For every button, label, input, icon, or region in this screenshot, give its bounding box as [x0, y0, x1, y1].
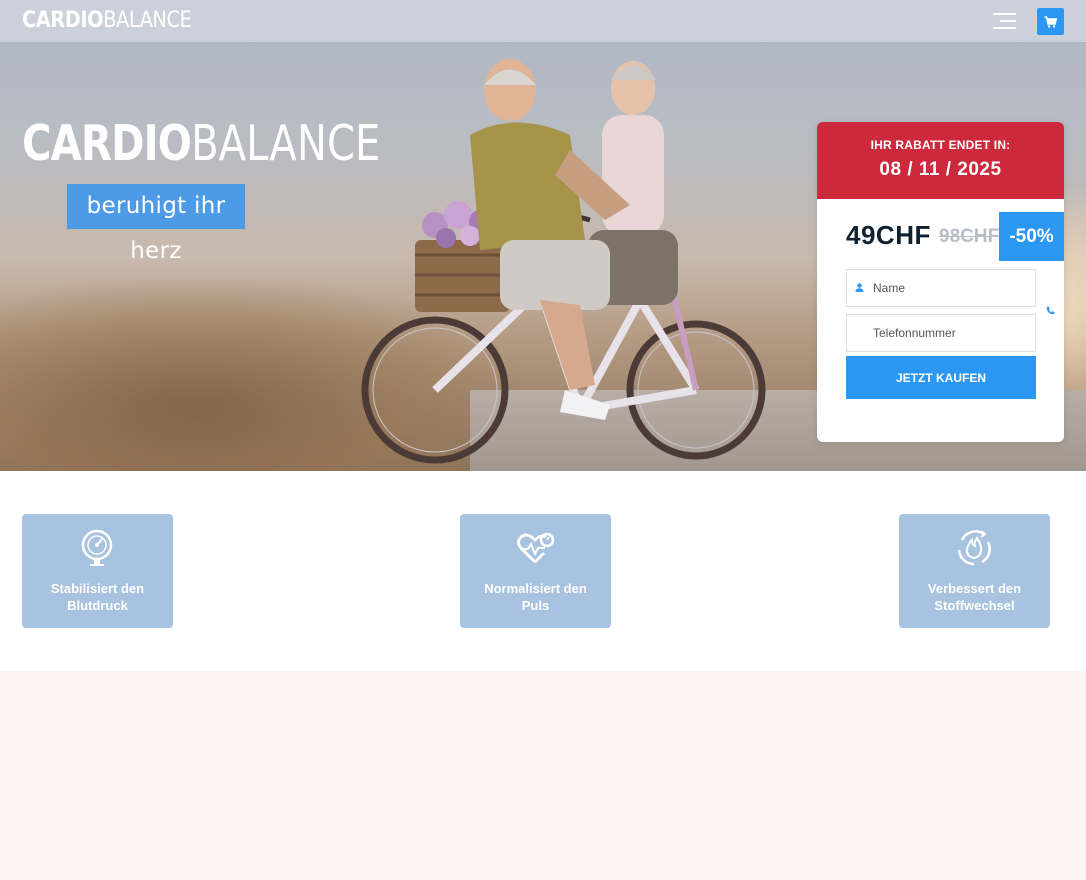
- countdown-label: IHR RABATT ENDET IN:: [870, 138, 1011, 152]
- hero-logo-light: BALANCE: [191, 115, 381, 172]
- price-new: 49CHF: [846, 220, 931, 250]
- metabolism-flame-icon: [957, 530, 991, 566]
- feature-1-line1: Stabilisiert den: [50, 581, 145, 596]
- hero-tagline: beruhigt ihr herz: [67, 184, 245, 264]
- buy-now-button[interactable]: JETZT KAUFEN: [846, 356, 1036, 399]
- countdown-header: IHR RABATT ENDET IN: 08 / 11 / 2025: [817, 122, 1064, 199]
- feature-card-metabolism: Verbessert den Stoffwechsel: [899, 514, 1050, 628]
- lower-section-background: [0, 671, 1086, 880]
- user-icon: [855, 283, 864, 292]
- offer-card: IHR RABATT ENDET IN: 08 / 11 / 2025 49CH…: [817, 122, 1064, 442]
- heart-pulse-icon: [517, 532, 555, 563]
- blood-pressure-gauge-icon: [81, 529, 113, 566]
- phone-icon: [1046, 306, 1055, 315]
- discount-badge: -50%: [999, 212, 1064, 261]
- feature-card-blood-pressure: Stabilisiert den Blutdruck: [22, 514, 173, 628]
- feature-card-pulse: Normalisiert den Puls: [460, 514, 611, 628]
- name-input[interactable]: [846, 269, 1036, 307]
- phone-input[interactable]: [846, 314, 1036, 352]
- top-navigation-bar: CARDIOBALANCE: [0, 0, 1086, 42]
- shopping-cart-icon: [1044, 15, 1057, 28]
- hero-logo: CARDIOBALANCE: [22, 116, 380, 172]
- brand-logo-bold: CARDIO: [22, 8, 104, 33]
- hero-logo-bold: CARDIO: [22, 115, 192, 172]
- countdown-date: 08 / 11 / 2025: [879, 159, 1002, 180]
- feature-3-line1: Verbessert den: [927, 581, 1022, 596]
- feature-3-line2: Stoffwechsel: [934, 598, 1015, 613]
- brand-logo-light: BALANCE: [103, 8, 192, 33]
- feature-2-line1: Normalisiert den: [484, 581, 587, 596]
- features-section: Stabilisiert den Blutdruck Normalisiert …: [0, 471, 1086, 671]
- hamburger-menu-icon[interactable]: [993, 13, 1016, 29]
- cart-button[interactable]: [1037, 8, 1064, 35]
- feature-1-line2: Blutdruck: [67, 598, 128, 613]
- brand-logo[interactable]: CARDIOBALANCE: [22, 8, 192, 34]
- feature-2-line2: Puls: [521, 598, 550, 613]
- price-old: 98CHF: [939, 226, 1000, 247]
- couple-on-bicycle-illustration: [361, 59, 766, 464]
